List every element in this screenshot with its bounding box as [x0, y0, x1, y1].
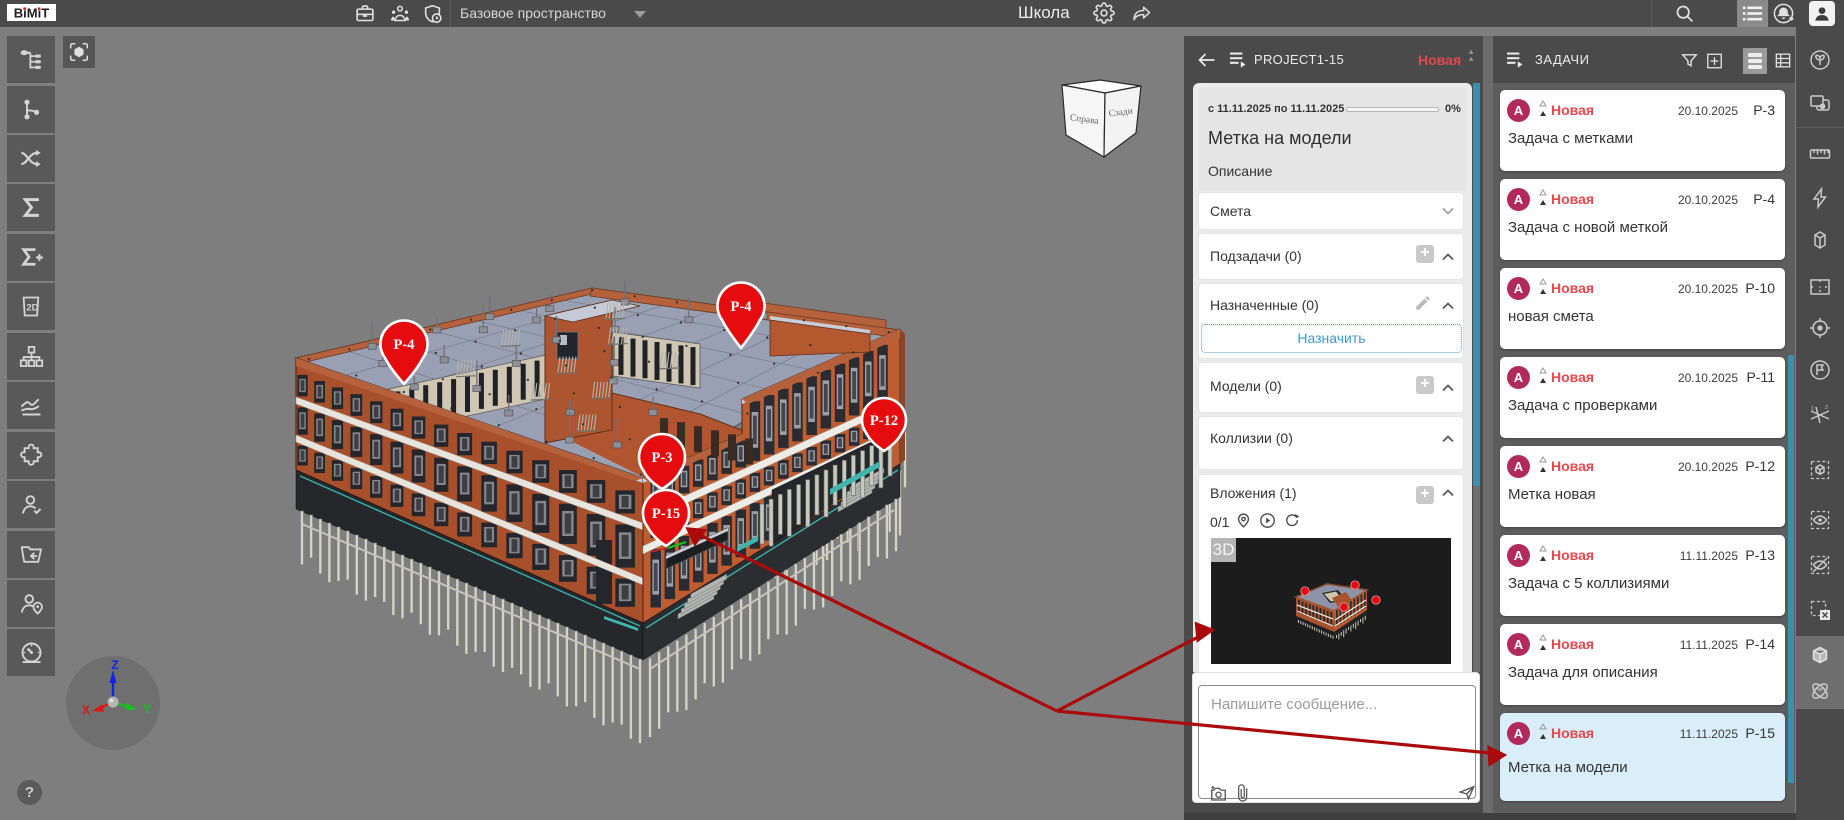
svg-text:P-4: P-4: [731, 299, 752, 315]
svg-text:X: X: [82, 703, 90, 717]
svg-text:Z: Z: [111, 658, 118, 672]
svg-text:P-3: P-3: [652, 450, 673, 466]
svg-text:1: 1: [1811, 406, 1814, 412]
svg-text:P-12: P-12: [870, 413, 898, 429]
svg-text:P-4: P-4: [394, 337, 415, 353]
svg-text:Y: Y: [143, 702, 151, 716]
svg-text:P-15: P-15: [652, 506, 680, 522]
svg-text:2: 2: [1825, 405, 1828, 411]
